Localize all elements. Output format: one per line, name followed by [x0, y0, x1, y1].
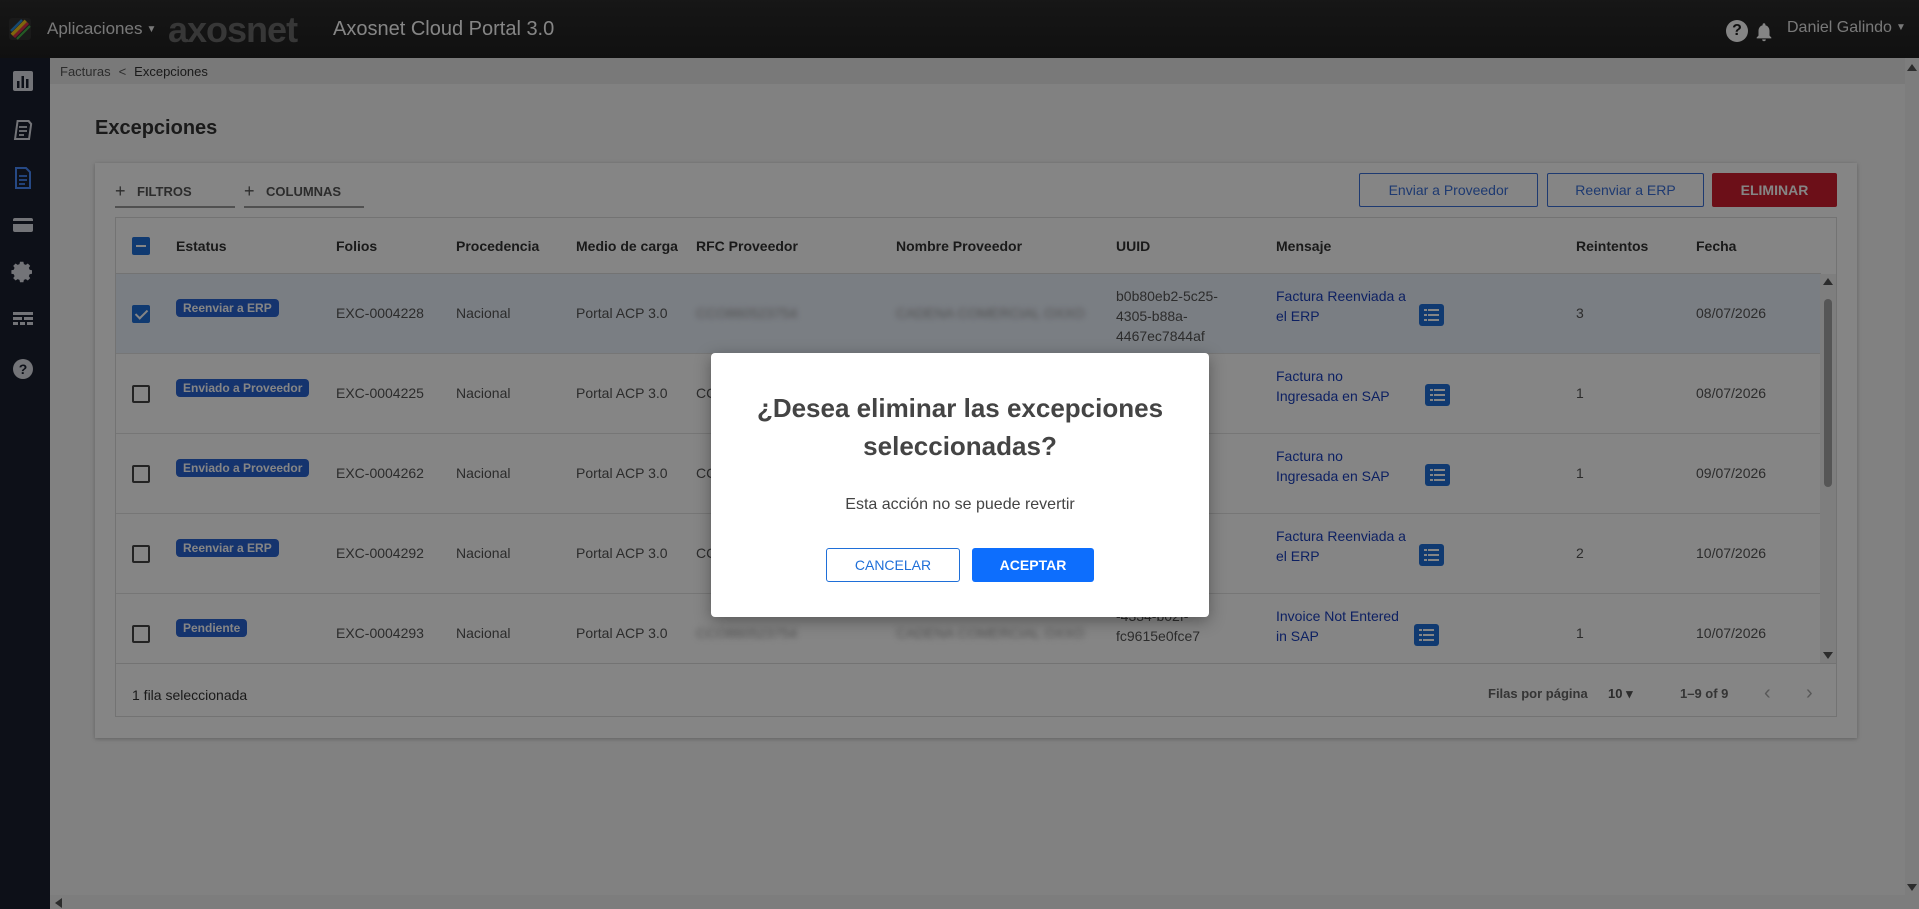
cancel-button[interactable]: CANCELAR [826, 548, 960, 582]
dialog-message: Esta acción no se puede revertir [845, 496, 1075, 513]
accept-button[interactable]: ACEPTAR [972, 548, 1094, 582]
dialog-title: ¿Desea eliminar las excepciones seleccio… [756, 393, 1164, 461]
confirm-delete-dialog: ¿Desea eliminar las excepciones seleccio… [711, 353, 1209, 617]
